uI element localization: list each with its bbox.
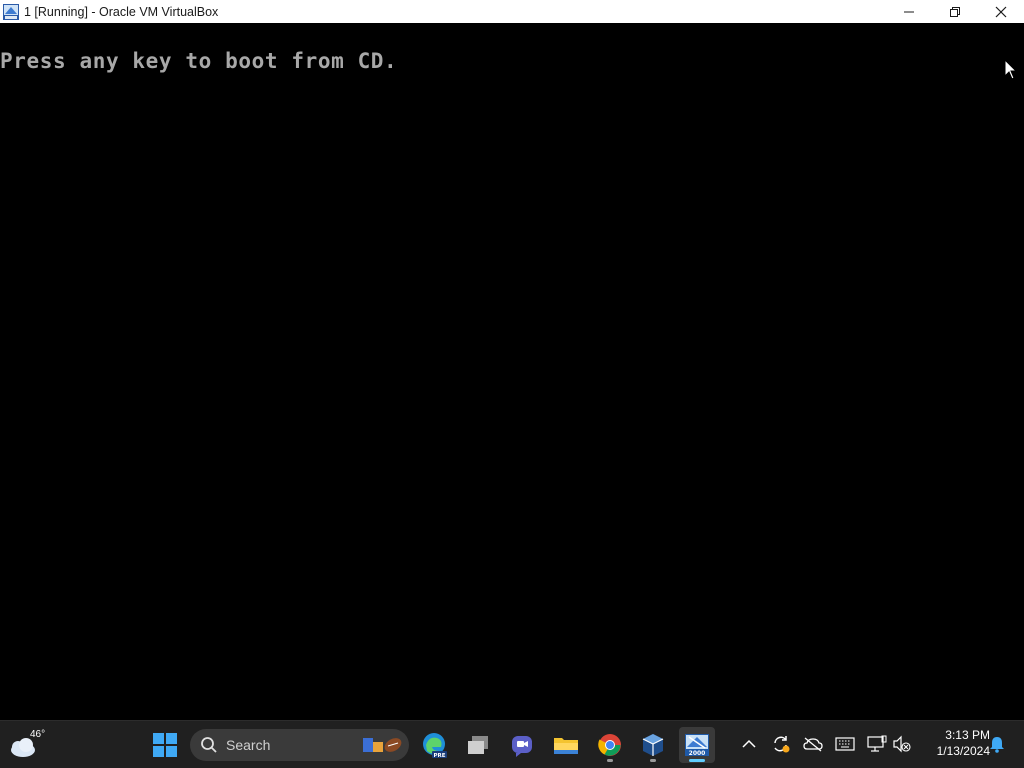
task-view-button[interactable] [460, 727, 496, 763]
volume-muted-icon [893, 735, 911, 753]
sync-icon [774, 736, 790, 753]
vm-display[interactable]: Press any key to boot from CD. [0, 23, 1024, 720]
system-clock[interactable]: 3:13 PM 1/13/2024 [916, 727, 990, 763]
boot-message: Press any key to boot from CD. [0, 49, 398, 73]
teams-icon [512, 736, 532, 757]
chrome-icon [598, 734, 621, 756]
close-icon [995, 6, 1007, 17]
weather-widget[interactable]: 46° [8, 727, 46, 763]
close-button[interactable] [978, 0, 1024, 23]
virtualbox-button[interactable] [635, 727, 671, 763]
virtualbox-icon [642, 734, 664, 756]
virtualbox-vm-icon [3, 3, 19, 20]
running-indicator [650, 759, 656, 762]
windows-logo-icon [153, 733, 177, 757]
minimize-icon [904, 11, 914, 12]
teams-chat-button[interactable] [504, 727, 540, 763]
restore-button[interactable] [932, 0, 978, 23]
network-status[interactable] [866, 733, 888, 755]
edge-beta-icon: PRE [423, 733, 447, 758]
restore-icon [950, 6, 960, 17]
football-highlights-icon [363, 738, 402, 752]
search-placeholder: Search [226, 737, 271, 753]
start-button[interactable] [147, 727, 183, 763]
weather-temperature: 46° [30, 729, 46, 740]
taskbar: 46° Search PRE 2000 3:13 PM 1/13/2024 [0, 720, 1024, 768]
sync-status[interactable] [770, 733, 792, 755]
task-view-icon [468, 736, 488, 754]
windows-2000-icon: 2000 [685, 734, 709, 757]
chevron-up-icon [742, 739, 756, 748]
mouse-pointer-icon [1004, 59, 1018, 80]
network-icon [867, 735, 887, 752]
window-titlebar[interactable]: 1 [Running] - Oracle VM VirtualBox [0, 0, 1024, 23]
taskbar-search[interactable]: Search [190, 729, 409, 761]
svg-text:2000: 2000 [689, 750, 706, 757]
keyboard-status[interactable] [834, 733, 856, 755]
window-title: 1 [Running] - Oracle VM VirtualBox [24, 4, 219, 19]
onedrive-status[interactable] [802, 733, 824, 755]
volume-status[interactable] [891, 733, 913, 755]
folder-icon [554, 738, 578, 754]
show-hidden-icons-button[interactable] [738, 733, 760, 755]
search-icon [201, 737, 217, 753]
bell-icon [990, 737, 1004, 753]
svg-text:PRE: PRE [433, 753, 445, 758]
edge-preview-button[interactable]: PRE [416, 727, 452, 763]
onedrive-icon [803, 737, 823, 752]
file-explorer-button[interactable] [548, 727, 584, 763]
keyboard-icon [835, 737, 855, 751]
minimize-button[interactable] [886, 0, 932, 23]
notification-center-button[interactable] [986, 733, 1008, 755]
windows-2000-vm-button[interactable]: 2000 [679, 727, 715, 763]
running-indicator [607, 759, 613, 762]
active-indicator [689, 759, 705, 762]
clock-date: 1/13/2024 [936, 744, 990, 758]
chrome-button[interactable] [592, 727, 628, 763]
clock-time: 3:13 PM [945, 728, 990, 742]
